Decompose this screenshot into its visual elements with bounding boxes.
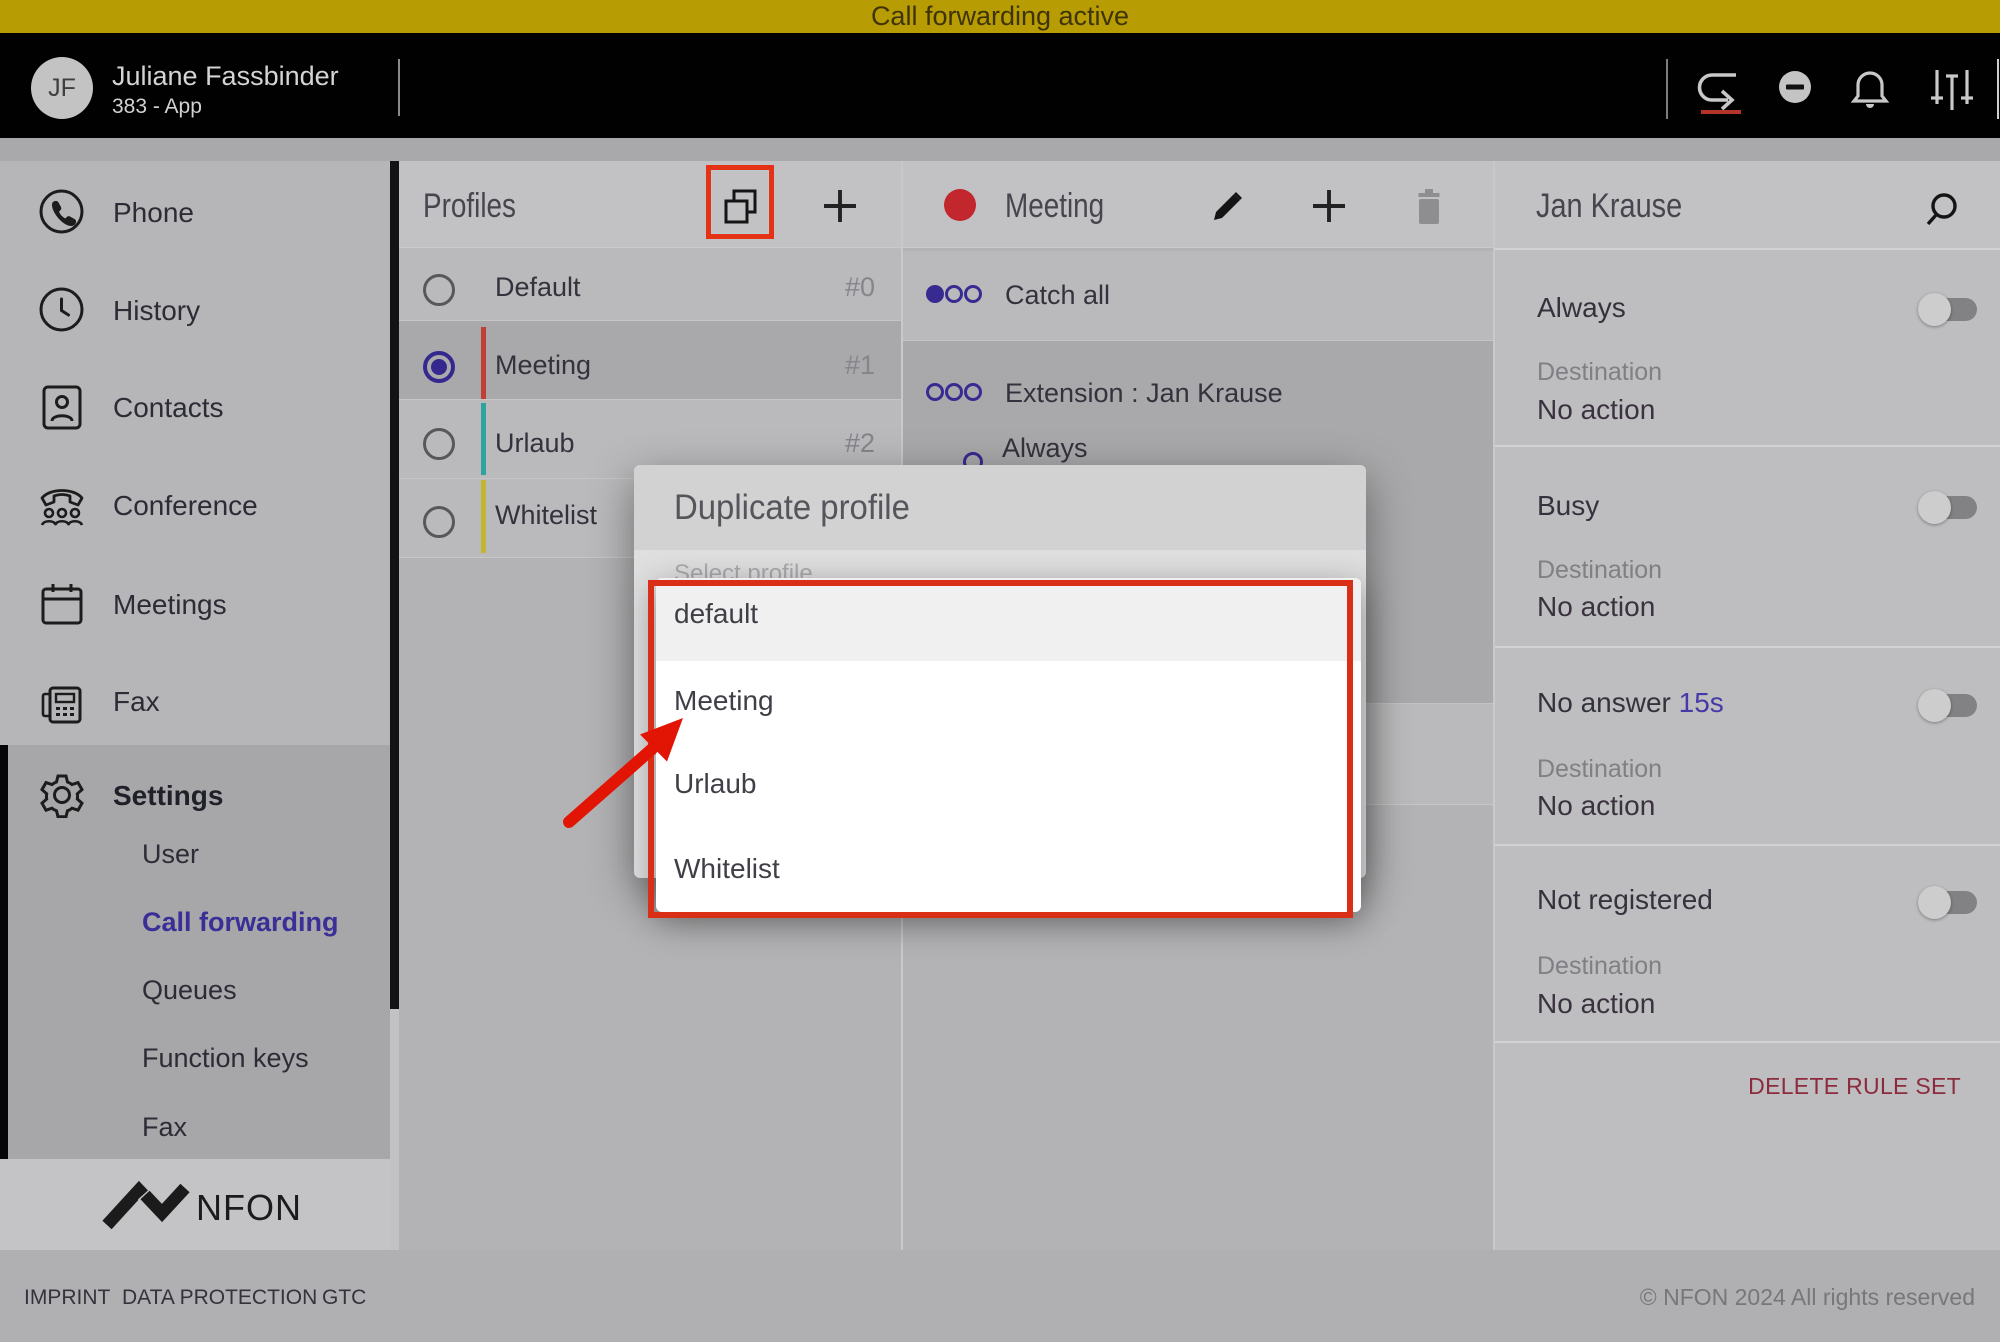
svg-text:NFON: NFON: [196, 1187, 302, 1228]
